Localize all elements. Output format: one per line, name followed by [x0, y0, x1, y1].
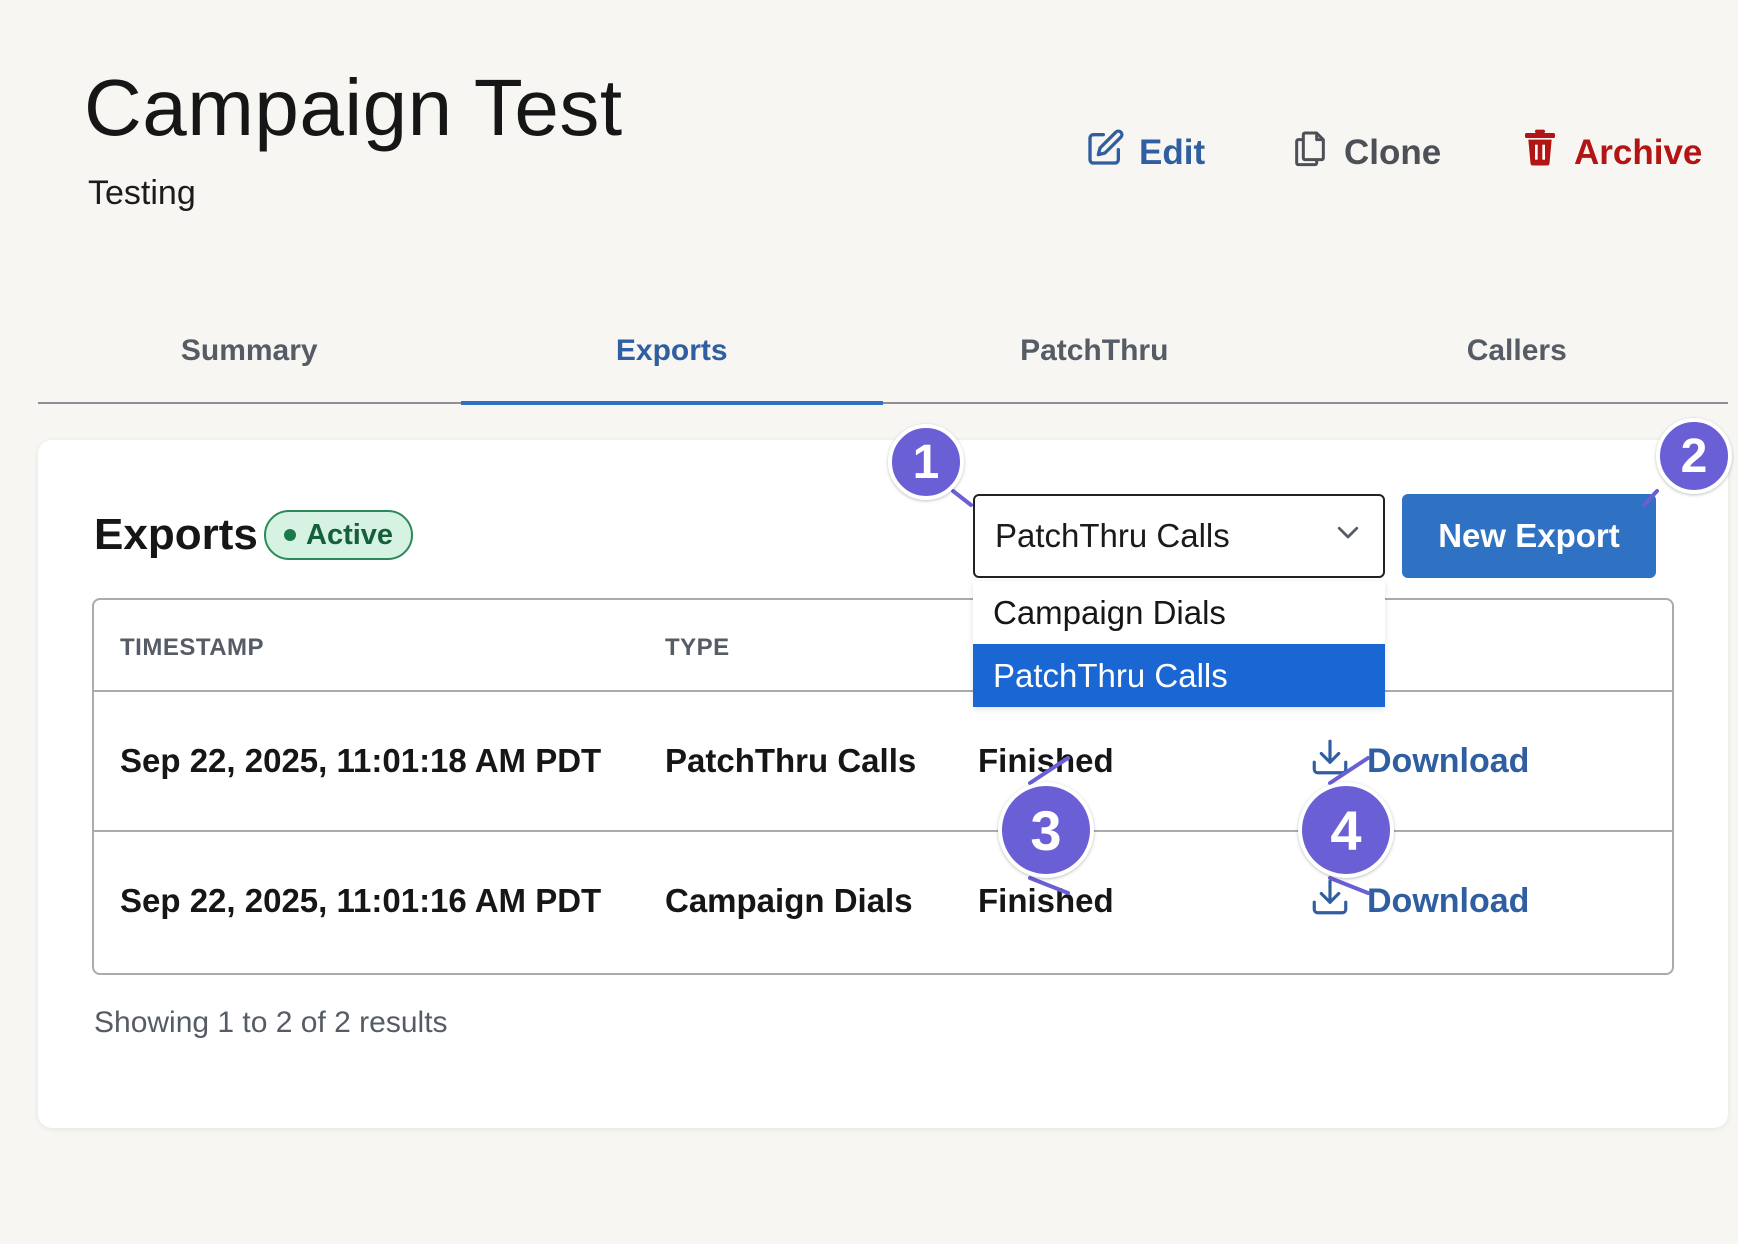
trash-icon — [1520, 128, 1560, 177]
archive-label: Archive — [1574, 132, 1703, 172]
edit-button[interactable]: Edit — [1085, 128, 1205, 177]
export-type-select[interactable]: PatchThru Calls — [973, 494, 1385, 578]
download-icon — [1309, 736, 1351, 787]
annotation-marker-4: 4 — [1298, 782, 1394, 878]
row-type: PatchThru Calls — [665, 742, 917, 779]
table-row: Sep 22, 2025, 11:01:16 AM PDT Campaign D… — [94, 832, 1672, 972]
download-label: Download — [1367, 742, 1530, 780]
exports-table: TIMESTAMP TYPE Sep 22, 2025, 11:01:18 AM… — [92, 598, 1674, 975]
table-header: TIMESTAMP TYPE — [94, 600, 1672, 692]
dropdown-option-campaign-dials[interactable]: Campaign Dials — [973, 581, 1385, 644]
tab-patchthru[interactable]: PatchThru — [883, 300, 1306, 402]
status-badge: Active — [264, 510, 414, 560]
annotation-marker-2: 2 — [1656, 418, 1732, 494]
export-type-select-value: PatchThru Calls — [995, 517, 1230, 554]
exports-title: Exports — [94, 510, 258, 559]
new-export-button[interactable]: New Export — [1402, 494, 1656, 578]
edit-label: Edit — [1139, 132, 1206, 172]
row-timestamp: Sep 22, 2025, 11:01:18 AM PDT — [120, 742, 602, 779]
column-header-timestamp: TIMESTAMP — [120, 634, 265, 661]
dropdown-option-patchthru-calls[interactable]: PatchThru Calls — [973, 644, 1385, 707]
download-button[interactable]: Download — [1309, 876, 1529, 927]
annotation-marker-3: 3 — [998, 782, 1094, 878]
table-row: Sep 22, 2025, 11:01:18 AM PDT PatchThru … — [94, 692, 1672, 832]
column-header-type: TYPE — [665, 634, 730, 661]
row-status: Finished — [978, 882, 1114, 919]
edit-icon — [1085, 128, 1125, 177]
status-dot-icon — [284, 529, 296, 541]
clone-button[interactable]: Clone — [1290, 128, 1441, 177]
tab-callers[interactable]: Callers — [1306, 300, 1729, 402]
archive-button[interactable]: Archive — [1520, 128, 1702, 177]
download-button[interactable]: Download — [1309, 736, 1529, 787]
download-label: Download — [1367, 882, 1530, 920]
clone-label: Clone — [1344, 132, 1442, 172]
row-timestamp: Sep 22, 2025, 11:01:16 AM PDT — [120, 882, 602, 919]
row-status: Finished — [978, 742, 1114, 779]
annotation-marker-1: 1 — [888, 424, 964, 500]
status-badge-label: Active — [306, 518, 394, 551]
tab-bar: Summary Exports PatchThru Callers — [38, 300, 1729, 405]
pagination-info: Showing 1 to 2 of 2 results — [94, 1006, 448, 1039]
exports-card: Exports Active PatchThru Calls New Expor… — [38, 440, 1728, 1128]
row-type: Campaign Dials — [665, 882, 913, 919]
export-type-dropdown: Campaign Dials PatchThru Calls — [973, 581, 1385, 707]
tab-exports[interactable]: Exports — [460, 300, 884, 405]
header-actions: Edit Clone Archive — [0, 128, 1738, 188]
copy-icon — [1290, 128, 1330, 177]
download-icon — [1309, 876, 1351, 927]
tab-summary[interactable]: Summary — [38, 300, 461, 402]
chevron-down-icon — [1333, 517, 1363, 555]
